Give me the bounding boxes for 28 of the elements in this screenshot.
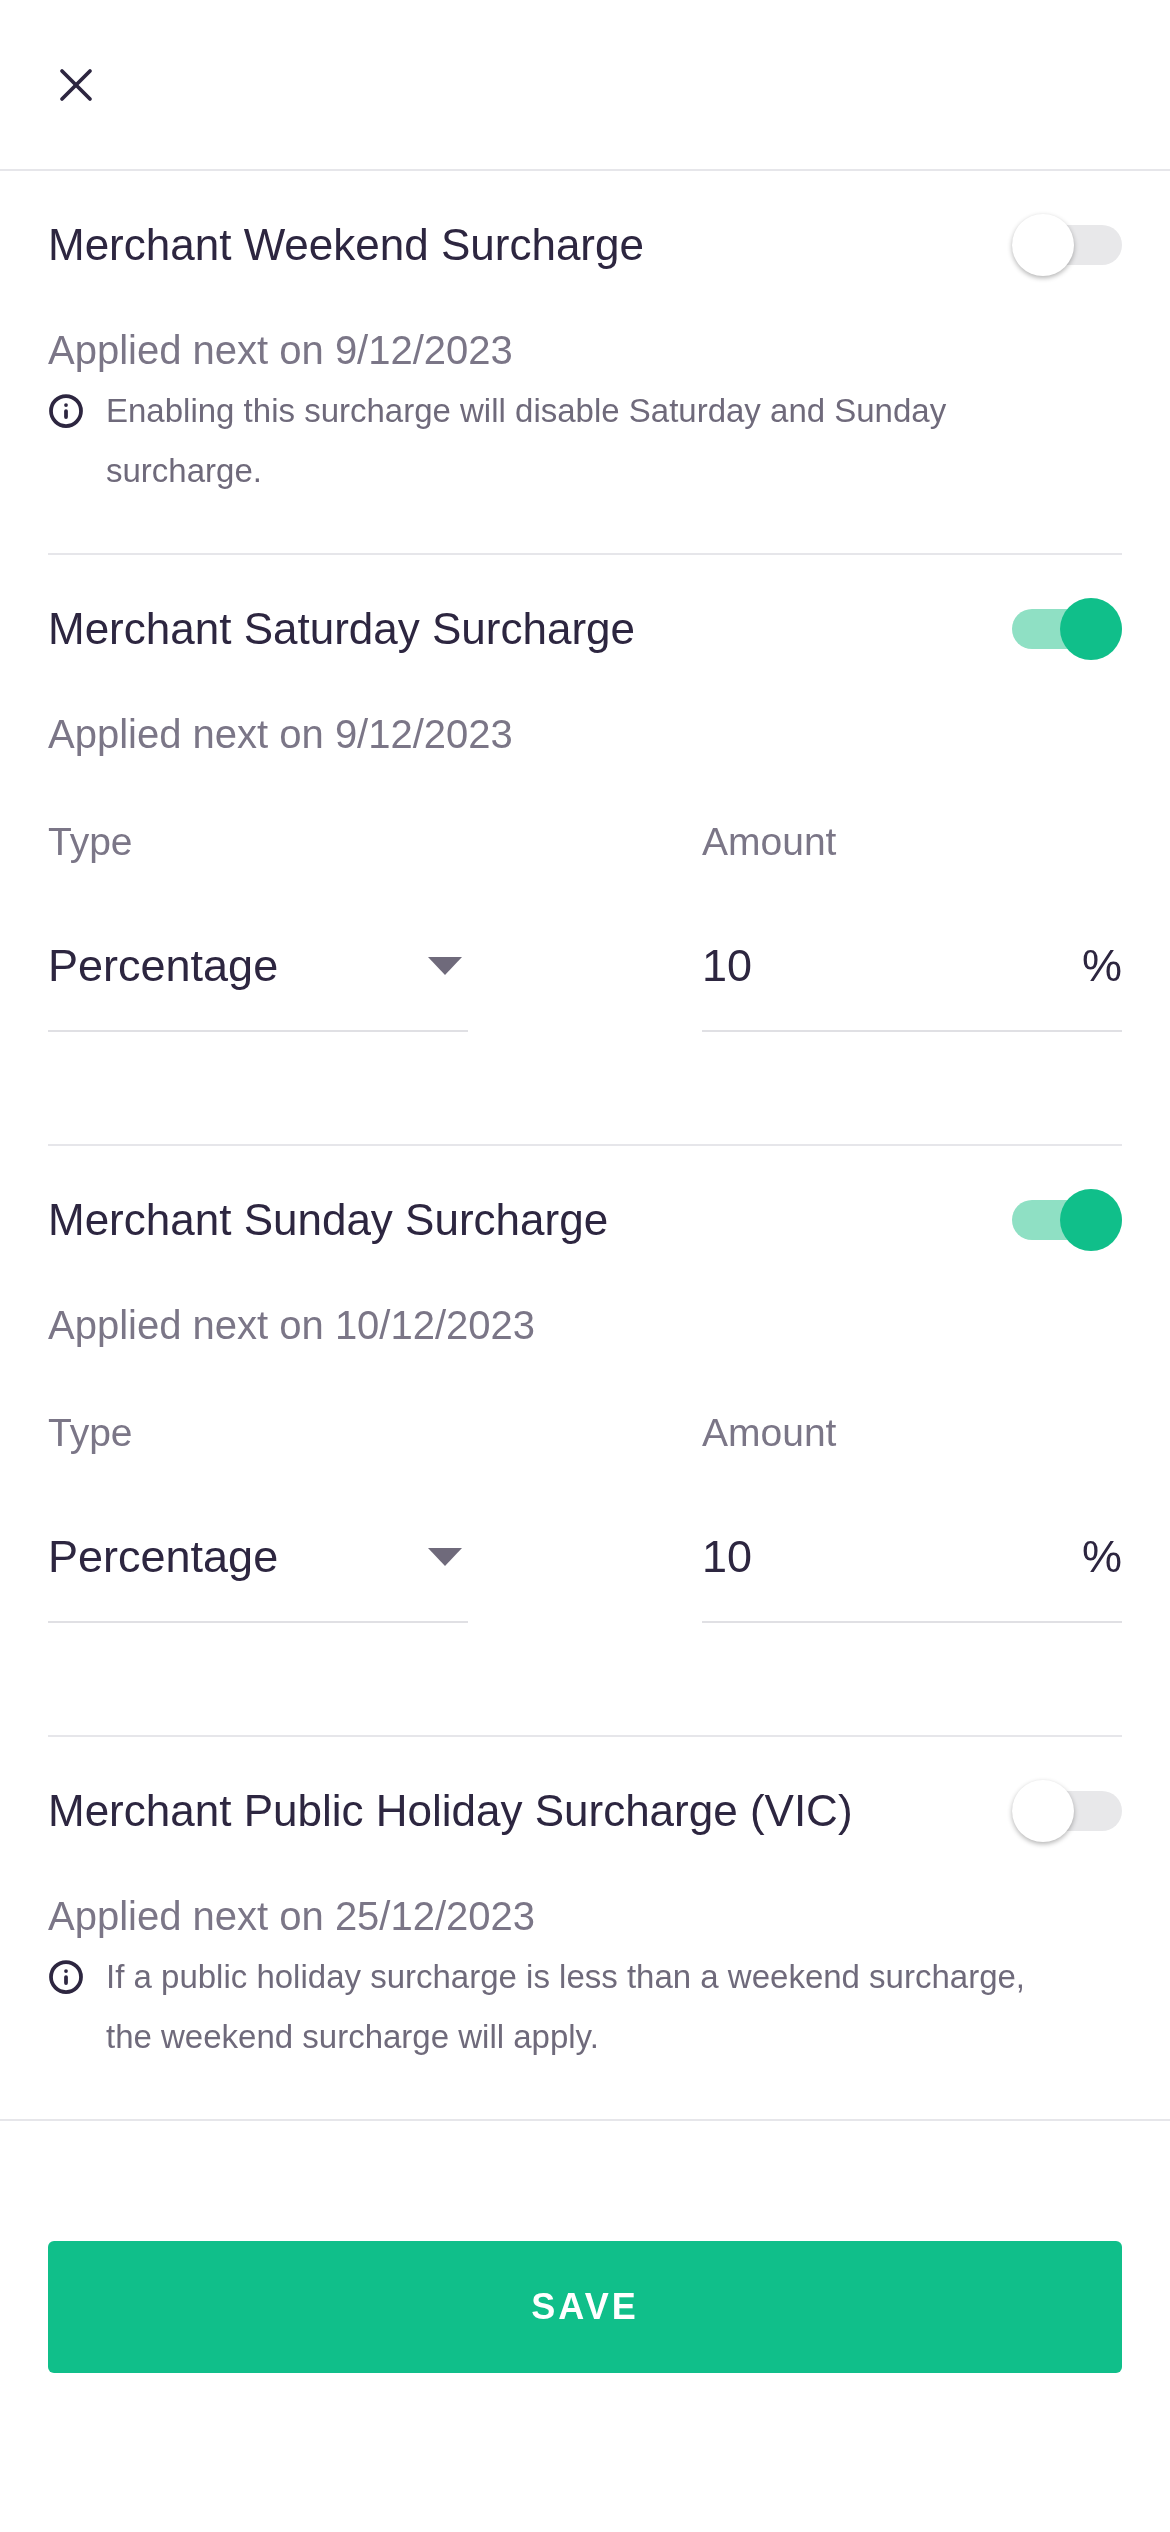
field-label: Amount <box>702 1413 838 1453</box>
toggle-switch[interactable] <box>1012 213 1122 277</box>
type-dropdown[interactable]: Percentage <box>48 902 468 1032</box>
surcharge-title: Merchant Sunday Surcharge <box>48 1194 609 1246</box>
applied-date: Applied next on 9/12/2023 <box>48 711 514 758</box>
toggle-switch[interactable] <box>1012 1188 1122 1252</box>
field-label: Type <box>48 822 134 862</box>
info-icon <box>48 1959 84 1995</box>
toggle-switch[interactable] <box>1012 597 1122 661</box>
applied-date: Applied next on 9/12/2023 <box>48 327 514 374</box>
caret-icon <box>428 957 462 975</box>
percent-unit: % <box>1082 1530 1122 1585</box>
surcharge-title: Merchant Weekend Surcharge <box>48 219 644 271</box>
applied-date: Applied next on 25/12/2023 <box>48 1893 537 1940</box>
applied-date: Applied next on 10/12/2023 <box>48 1302 537 1349</box>
percent-unit: % <box>1082 939 1122 994</box>
amount-field[interactable]: 10 % <box>702 1493 1122 1623</box>
field-label: Type <box>48 1413 134 1453</box>
type-dropdown[interactable]: Percentage <box>48 1493 468 1623</box>
info-text: If a public holiday surcharge is less than a weekend surcharge, the weekend surcharge will apply. <box>106 1957 1027 2057</box>
info-text: Enabling this surcharge will disable Saturday and Sunday surcharge. <box>106 391 948 491</box>
surcharge-title: Merchant Public Holiday Surcharge (VIC) <box>48 1785 853 1837</box>
field-label: Amount <box>702 822 838 862</box>
amount-field[interactable]: 10 % <box>702 902 1122 1032</box>
caret-icon <box>428 1548 462 1566</box>
toggle-switch[interactable] <box>1012 1779 1122 1843</box>
surcharge-title: Merchant Saturday Surcharge <box>48 603 635 655</box>
info-icon <box>48 393 84 429</box>
